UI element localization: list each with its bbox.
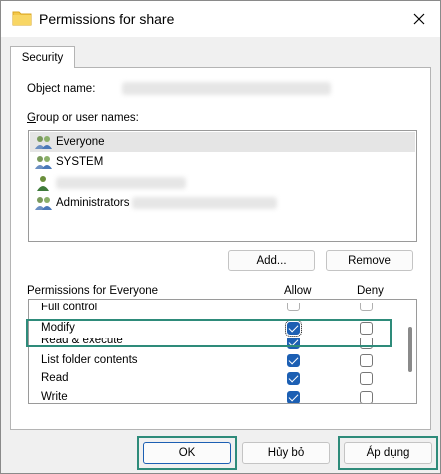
perm-row-read-execute: Read & execute bbox=[29, 338, 404, 350]
list-item-label: Everyone bbox=[56, 136, 105, 148]
perm-row-read: Read bbox=[29, 370, 404, 388]
perm-row-list-folder: List folder contents bbox=[29, 352, 404, 370]
tab-security-label: Security bbox=[21, 51, 64, 64]
ok-button[interactable]: OK bbox=[143, 442, 231, 464]
users-group-icon bbox=[35, 156, 52, 169]
security-panel: Object name: Group or user names: Everyo… bbox=[10, 67, 431, 430]
object-name-value-redacted bbox=[122, 82, 331, 95]
perm-name: Write bbox=[41, 391, 68, 403]
ok-button-label: OK bbox=[178, 447, 196, 459]
perm-row-full-control: Full control bbox=[29, 303, 404, 313]
perm-name: List folder contents bbox=[41, 354, 138, 366]
list-item-user[interactable] bbox=[30, 173, 415, 193]
close-icon bbox=[413, 13, 425, 25]
perm-row-modify: Modify bbox=[29, 320, 404, 338]
allow-checkbox[interactable] bbox=[287, 391, 300, 403]
remove-button[interactable]: Remove bbox=[326, 250, 413, 271]
allow-column-header: Allow bbox=[284, 285, 312, 297]
users-group-icon bbox=[35, 136, 52, 149]
scrollbar-thumb[interactable] bbox=[408, 327, 412, 372]
perm-name: Read & execute bbox=[41, 338, 123, 346]
user-name-redacted bbox=[56, 177, 186, 189]
object-name-label: Object name: bbox=[27, 83, 96, 95]
user-icon bbox=[37, 176, 49, 191]
allow-checkbox[interactable] bbox=[287, 338, 300, 349]
group-names-label: Group or user names: bbox=[27, 112, 139, 124]
permissions-dialog: Permissions for share Security Object na… bbox=[0, 0, 441, 474]
perm-name: Full control bbox=[41, 303, 98, 313]
tab-security[interactable]: Security bbox=[10, 46, 75, 68]
allow-checkbox[interactable] bbox=[287, 354, 300, 367]
admin-detail-redacted bbox=[131, 197, 277, 209]
allow-checkbox[interactable] bbox=[285, 320, 302, 337]
deny-checkbox[interactable] bbox=[360, 354, 373, 367]
add-button[interactable]: Add... bbox=[228, 250, 315, 271]
apply-button-label: Áp dụng bbox=[366, 447, 410, 459]
perm-row-write: Write bbox=[29, 389, 404, 403]
perm-name: Read bbox=[41, 372, 69, 384]
window-title: Permissions for share bbox=[39, 11, 175, 27]
list-item-label: SYSTEM bbox=[56, 156, 104, 168]
cancel-button-label: Hủy bỏ bbox=[267, 447, 305, 459]
cancel-button[interactable]: Hủy bỏ bbox=[242, 442, 330, 464]
deny-checkbox[interactable] bbox=[360, 372, 373, 385]
allow-checkbox[interactable] bbox=[287, 372, 300, 385]
permissions-label: Permissions for Everyone bbox=[27, 285, 159, 297]
permissions-list[interactable]: Full control Modify Read & execute List … bbox=[28, 299, 417, 404]
folder-icon bbox=[12, 11, 32, 26]
deny-column-header: Deny bbox=[357, 285, 384, 297]
list-item-label: Administrators bbox=[56, 197, 130, 209]
group-names-label-text: roup or user names: bbox=[35, 112, 139, 124]
users-group-icon bbox=[35, 197, 52, 210]
deny-checkbox[interactable] bbox=[360, 338, 373, 349]
add-button-label: Add... bbox=[256, 254, 287, 267]
apply-button[interactable]: Áp dụng bbox=[344, 442, 432, 464]
list-item-system[interactable]: SYSTEM bbox=[30, 152, 415, 172]
perm-name: Modify bbox=[41, 322, 75, 334]
close-button[interactable] bbox=[404, 4, 434, 34]
deny-checkbox[interactable] bbox=[360, 322, 373, 335]
list-item-everyone[interactable]: Everyone bbox=[30, 132, 415, 152]
group-user-list[interactable]: Everyone SYSTEM Administrators bbox=[28, 130, 417, 242]
title-bar: Permissions for share bbox=[1, 1, 440, 37]
allow-checkbox[interactable] bbox=[287, 303, 300, 311]
deny-checkbox[interactable] bbox=[360, 303, 373, 311]
deny-checkbox[interactable] bbox=[360, 391, 373, 403]
list-item-administrators[interactable]: Administrators bbox=[30, 193, 415, 213]
remove-button-label: Remove bbox=[348, 254, 391, 267]
